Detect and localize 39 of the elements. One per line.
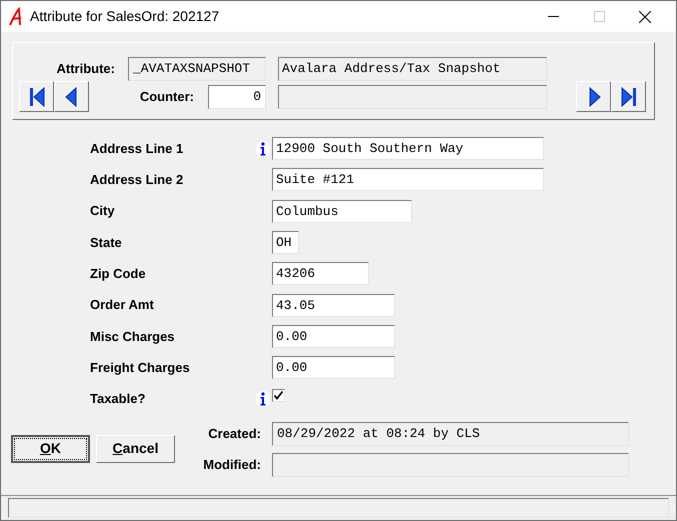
text-field[interactable]: 43206: [272, 262, 369, 286]
window-title: Attribute for SalesOrd: 202127: [30, 7, 220, 26]
skip-last-icon: [618, 86, 638, 108]
field-label: Address Line 2: [90, 171, 184, 190]
field-label: State: [90, 234, 123, 252]
text-field[interactable]: 0.00: [272, 324, 395, 348]
text-field[interactable]: OH: [272, 231, 299, 254]
dialog-button[interactable]: OK: [11, 434, 90, 463]
info-icon[interactable]: [256, 391, 270, 408]
attribute-label: Attribute:: [56, 60, 115, 78]
close-icon: [639, 10, 651, 22]
first-record-button[interactable]: [19, 81, 54, 112]
attribute-code-field: _AVATAXSNAPSHOT: [128, 57, 266, 81]
last-record-button[interactable]: [611, 81, 646, 112]
counter-label: Counter:: [138, 88, 194, 106]
checkbox[interactable]: [272, 388, 285, 402]
audit-field: 08/29/2022 at 08:24 by CLS: [272, 422, 629, 446]
text-field[interactable]: Suite #121: [272, 168, 544, 192]
app-logo-icon: [8, 6, 24, 26]
text-field[interactable]: 0.00: [272, 356, 395, 380]
field-label: Taxable?: [90, 390, 146, 408]
text-field[interactable]: 43.05: [272, 294, 395, 317]
previous-record-button[interactable]: [54, 81, 89, 112]
info-icon[interactable]: [256, 140, 270, 157]
audit-label: Created:: [207, 425, 261, 444]
field-label: City: [90, 202, 116, 220]
counter-field[interactable]: 0: [208, 84, 266, 108]
audit-label: Modified:: [202, 456, 261, 474]
dialog-button[interactable]: Cancel: [96, 434, 175, 463]
next-record-button[interactable]: [576, 81, 611, 112]
attribute-description-field: Avalara Address/Tax Snapshot: [278, 57, 547, 81]
text-field[interactable]: Columbus: [272, 200, 412, 223]
field-label: Misc Charges: [90, 328, 176, 346]
field-label: Order Amt: [90, 296, 155, 314]
field-label: Address Line 1: [90, 140, 184, 158]
text-field[interactable]: 12900 South Southern Way: [272, 137, 544, 160]
maximize-icon: [594, 11, 604, 22]
field-label: Freight Charges: [90, 358, 191, 377]
field-label: Zip Code: [90, 265, 147, 284]
